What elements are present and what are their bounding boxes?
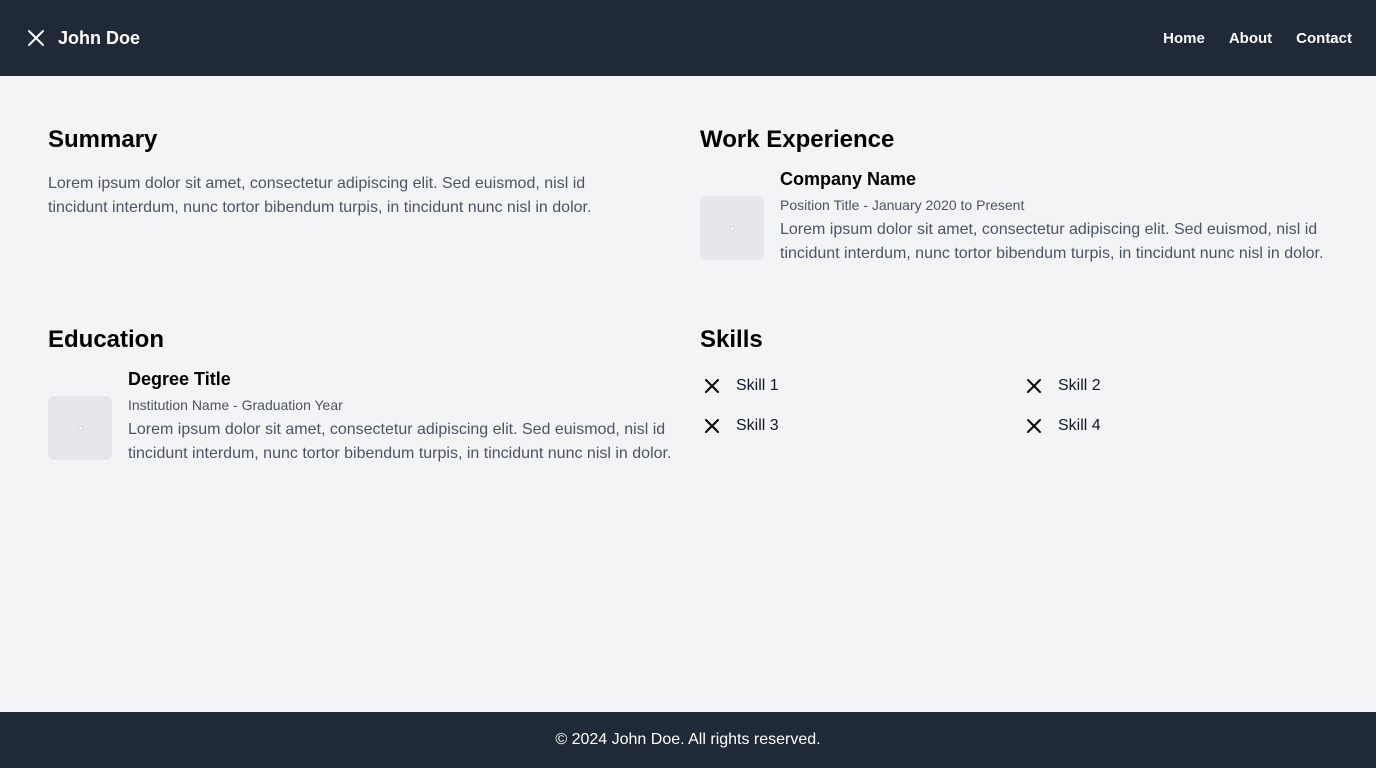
nav-link-contact[interactable]: Contact [1296,30,1352,47]
skill-label: Skill 2 [1058,377,1101,394]
skill-item: Skill 3 [700,414,1022,438]
work-entry-body: Company Name Position Title - January 20… [780,168,1330,266]
skill-label: Skill 4 [1058,417,1101,434]
work-description: Lorem ipsum dolor sit amet, consectetur … [780,221,1324,262]
close-icon [1022,374,1046,398]
skills-list: Skill 1 Skill 2 Skill 3 Skill 4 [700,374,1340,438]
work-experience-heading: Work Experience [700,126,895,153]
company-logo-placeholder [700,196,764,260]
work-experience-section: Work Experience Company Name Position Ti… [700,126,1330,266]
education-entry-body: Degree Title Institution Name - Graduati… [128,368,678,466]
summary-text: Lorem ipsum dolor sit amet, consectetur … [48,175,592,216]
position-title: Position Title - January 2020 to Present [780,197,1025,213]
image-placeholder-icon [729,225,735,231]
close-icon [700,414,724,438]
close-icon [1022,414,1046,438]
institution-logo-placeholder [48,396,112,460]
main-nav: Home About Contact [1163,30,1352,47]
work-entry: Company Name Position Title - January 20… [700,168,1330,266]
brand-name: John Doe [58,27,141,48]
close-icon [700,374,724,398]
degree-title: Degree Title [128,369,231,389]
skills-heading: Skills [700,326,763,353]
skill-label: Skill 1 [736,377,779,394]
education-description: Lorem ipsum dolor sit amet, consectetur … [128,421,672,462]
copyright-text: © 2024 John Doe. All rights reserved. [555,731,821,748]
skill-item: Skill 4 [1022,414,1344,438]
skills-section: Skills Skill 1 Skill 2 Skill 3 Skill 4 [700,326,1340,438]
image-placeholder-icon [77,425,83,431]
nav-link-about[interactable]: About [1229,30,1272,47]
site-footer: © 2024 John Doe. All rights reserved. [0,712,1376,768]
brand: John Doe [24,26,140,50]
nav-link-home[interactable]: Home [1163,30,1205,47]
education-entry: Degree Title Institution Name - Graduati… [48,368,678,466]
company-name: Company Name [780,169,917,189]
skill-item: Skill 1 [700,374,1022,398]
page: John Doe Home About Contact Summary Lore… [0,0,1376,768]
skill-item: Skill 2 [1022,374,1344,398]
close-icon[interactable] [24,26,48,50]
education-section: Education Degree Title Institution Name … [48,326,678,466]
summary-heading: Summary [48,126,158,153]
education-heading: Education [48,326,165,353]
site-header: John Doe Home About Contact [0,0,1376,76]
skill-label: Skill 3 [736,417,779,434]
summary-section: Summary Lorem ipsum dolor sit amet, cons… [48,126,678,220]
institution-name: Institution Name - Graduation Year [128,397,343,413]
